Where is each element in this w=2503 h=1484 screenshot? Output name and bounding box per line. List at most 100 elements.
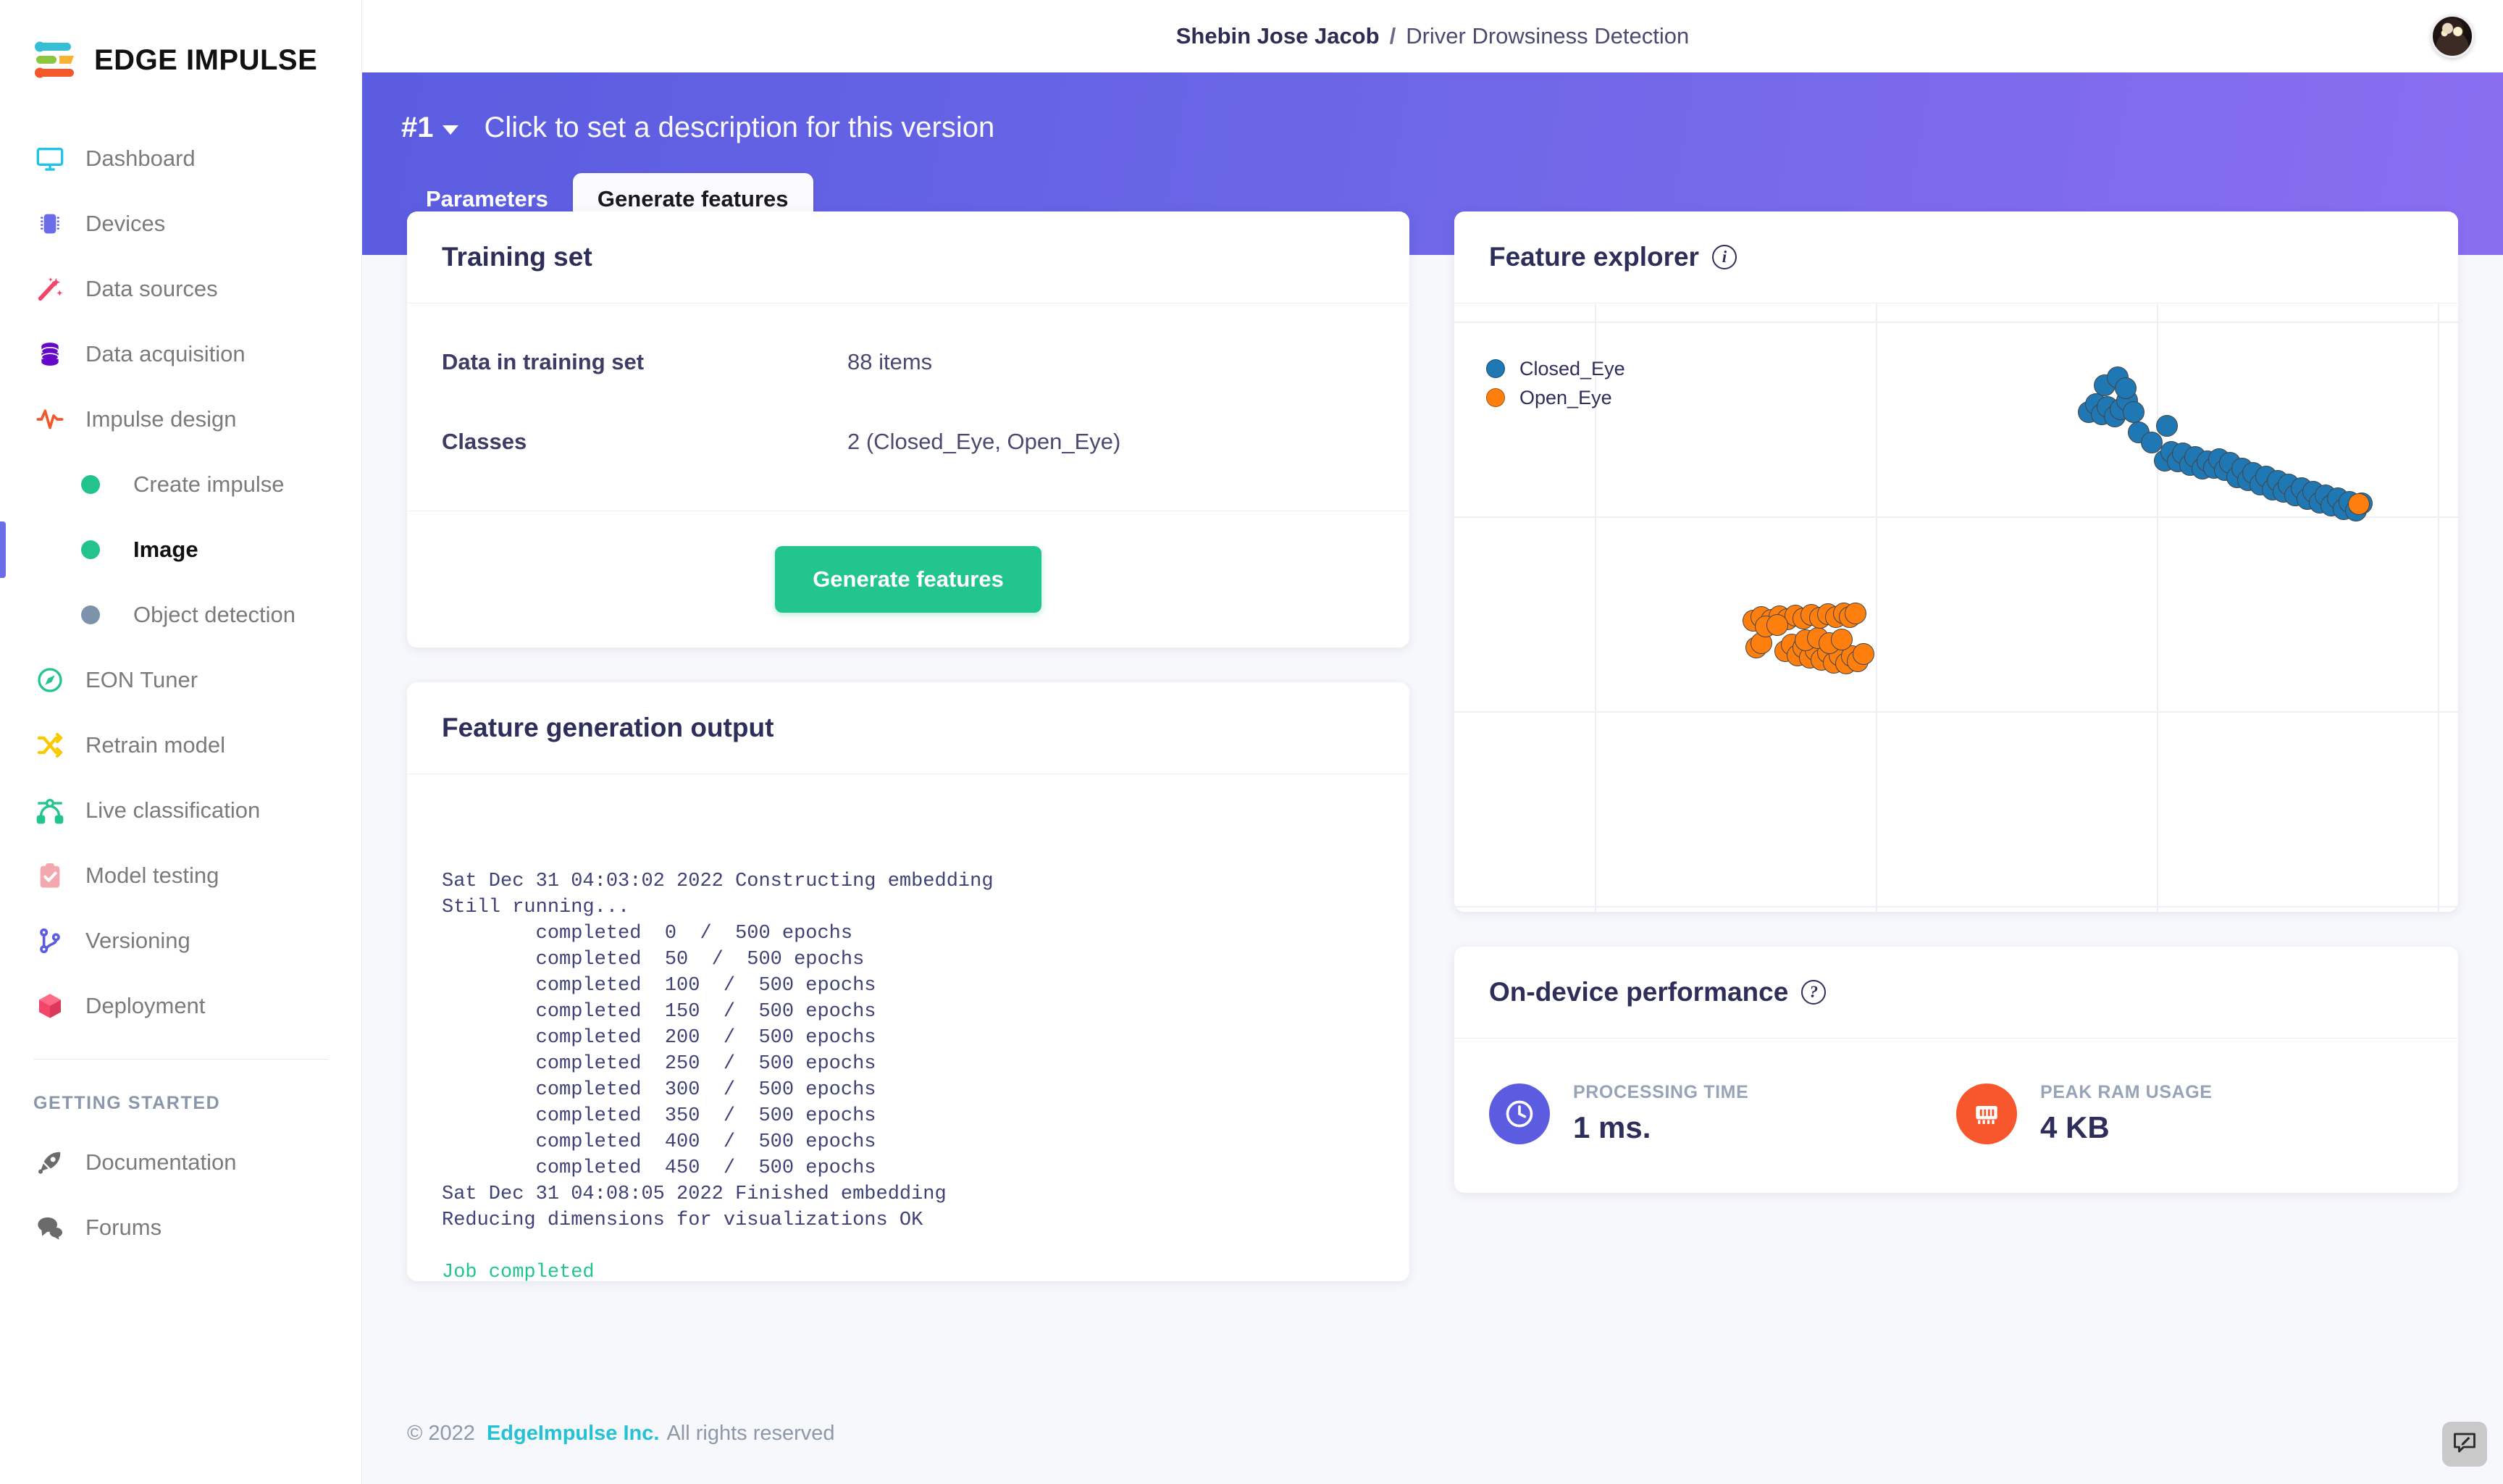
- avatar[interactable]: [2431, 14, 2474, 58]
- sidebar-item-label: Impulse design: [85, 406, 237, 432]
- table-row: Data in training set 88 items: [442, 322, 1375, 402]
- sidebar-item-retrain-model[interactable]: Retrain model: [0, 713, 361, 778]
- breadcrumb-project[interactable]: Driver Drowsiness Detection: [1406, 23, 1689, 49]
- footer-copyright: © 2022: [407, 1422, 475, 1446]
- feedback-button[interactable]: [2442, 1422, 2487, 1467]
- clipboard-check-icon: [33, 859, 67, 892]
- legend-item-open-eye[interactable]: Open_Eye: [1486, 383, 1625, 412]
- console-status-line: Job completed: [442, 1259, 1375, 1281]
- legend-label: Open_Eye: [1519, 387, 1612, 409]
- sidebar-item-label: Forums: [85, 1215, 162, 1241]
- monitor-icon: [33, 142, 67, 175]
- sidebar-item-data-sources[interactable]: Data sources: [0, 256, 361, 322]
- on-device-body: PROCESSING TIME 1 ms.: [1454, 1039, 2458, 1193]
- rocket-icon: [33, 1146, 67, 1179]
- scatter-point-closed_eye[interactable]: [2141, 432, 2163, 453]
- legend-swatch-icon: [1486, 359, 1505, 378]
- sidebar: EDGE IMPULSE Dashboard: [0, 0, 362, 1484]
- console-line: completed 0 / 500 epochs: [442, 921, 1375, 947]
- left-column: Training set Data in training set 88 ite…: [407, 211, 1409, 1383]
- chip-icon: [33, 207, 67, 240]
- sidebar-item-label: Retrain model: [85, 732, 225, 758]
- sidebar-item-label: Dashboard: [85, 146, 196, 172]
- sidebar-item-versioning[interactable]: Versioning: [0, 908, 361, 973]
- shuffle-icon: [33, 729, 67, 762]
- metric-value: 4 KB: [2040, 1110, 2213, 1145]
- sidebar-item-forums[interactable]: Forums: [0, 1195, 361, 1260]
- sidebar-item-documentation[interactable]: Documentation: [0, 1130, 361, 1195]
- banner-row: #1 Click to set a description for this v…: [401, 112, 2503, 144]
- gridline-horizontal: [1454, 906, 2458, 907]
- right-column: Feature explorer i Closed_Eye: [1454, 211, 2458, 1383]
- box-icon: [33, 989, 67, 1023]
- sidebar-item-label: EON Tuner: [85, 667, 198, 693]
- scatter-point-closed_eye[interactable]: [2123, 401, 2144, 423]
- gridline-horizontal: [1454, 711, 2458, 713]
- scatter-point-closed_eye[interactable]: [2156, 415, 2178, 437]
- legend-item-closed-eye[interactable]: Closed_Eye: [1486, 354, 1625, 383]
- metric-text: PEAK RAM USAGE 4 KB: [2040, 1082, 2213, 1145]
- clock-icon: [1489, 1083, 1550, 1144]
- feature-explorer-header: Feature explorer i: [1454, 211, 2458, 303]
- sidebar-item-object-detection[interactable]: Object detection: [0, 582, 361, 647]
- breadcrumb-owner[interactable]: Shebin Jose Jacob: [1176, 23, 1380, 49]
- console-line: completed 50 / 500 epochs: [442, 947, 1375, 973]
- console-line: [442, 1233, 1375, 1259]
- nodes-icon: [33, 794, 67, 827]
- row-key: Classes: [442, 429, 847, 455]
- console-line: Sat Dec 31 04:08:05 2022 Finished embedd…: [442, 1181, 1375, 1207]
- breadcrumb-separator: /: [1390, 23, 1396, 49]
- console-line: completed 200 / 500 epochs: [442, 1025, 1375, 1051]
- sidebar-item-label: Deployment: [85, 993, 205, 1019]
- scatter-point-open_eye[interactable]: [1766, 614, 1788, 636]
- training-set-title: Training set: [442, 242, 1375, 272]
- metric-processing-time: PROCESSING TIME 1 ms.: [1489, 1082, 1956, 1145]
- sidebar-item-impulse-design[interactable]: Impulse design: [0, 387, 361, 452]
- sidebar-subitem-label: Create impulse: [133, 471, 284, 498]
- scatter-point-open_eye[interactable]: [1853, 643, 1874, 665]
- sidebar-item-data-acquisition[interactable]: Data acquisition: [0, 322, 361, 387]
- sidebar-item-deployment[interactable]: Deployment: [0, 973, 361, 1039]
- row-key: Data in training set: [442, 349, 847, 375]
- scatter-point-open_eye[interactable]: [2348, 493, 2370, 515]
- brand-logo[interactable]: EDGE IMPULSE: [0, 0, 361, 87]
- on-device-header: On-device performance ?: [1454, 947, 2458, 1039]
- console-line: completed 250 / 500 epochs: [442, 1051, 1375, 1077]
- feature-explorer-title-text: Feature explorer: [1489, 242, 1699, 272]
- scatter-point-open_eye[interactable]: [1831, 629, 1853, 650]
- footer-brand[interactable]: EdgeImpulse Inc.: [487, 1422, 660, 1446]
- sidebar-item-model-testing[interactable]: Model testing: [0, 843, 361, 908]
- main-area: Shebin Jose Jacob / Driver Drowsiness De…: [362, 0, 2503, 1484]
- sidebar-item-image[interactable]: Image: [0, 517, 361, 582]
- version-selector[interactable]: #1: [401, 112, 458, 144]
- feature-output-title: Feature generation output: [442, 713, 1375, 743]
- scatter-point-open_eye[interactable]: [1845, 603, 1866, 624]
- sidebar-subitem-label: Image: [133, 537, 198, 563]
- training-set-footer: Generate features: [407, 511, 1409, 647]
- sidebar-item-live-classification[interactable]: Live classification: [0, 778, 361, 843]
- sidebar-item-devices[interactable]: Devices: [0, 191, 361, 256]
- console-line: completed 450 / 500 epochs: [442, 1155, 1375, 1181]
- version-number: #1: [401, 112, 434, 144]
- feature-output-console[interactable]: Sat Dec 31 04:03:02 2022 Constructing em…: [407, 774, 1409, 1281]
- status-dot-icon: [81, 605, 100, 624]
- sidebar-item-dashboard[interactable]: Dashboard: [0, 126, 361, 191]
- sidebar-item-eon-tuner[interactable]: EON Tuner: [0, 647, 361, 713]
- console-lines: Sat Dec 31 04:03:02 2022 Constructing em…: [442, 868, 1375, 1281]
- console-line: completed 350 / 500 epochs: [442, 1103, 1375, 1129]
- content-area: Training set Data in training set 88 ite…: [362, 211, 2503, 1383]
- metric-label: PROCESSING TIME: [1573, 1082, 1748, 1103]
- generate-features-button[interactable]: Generate features: [775, 546, 1041, 613]
- gridline-vertical: [2157, 303, 2158, 912]
- on-device-performance-card: On-device performance ?: [1454, 947, 2458, 1193]
- version-description[interactable]: Click to set a description for this vers…: [485, 112, 995, 144]
- metric-peak-ram-usage: PEAK RAM USAGE 4 KB: [1956, 1082, 2423, 1145]
- gridline-horizontal: [1454, 516, 2458, 518]
- sidebar-nav: Dashboard Devices: [0, 126, 361, 1260]
- scatter-point-closed_eye[interactable]: [2115, 377, 2137, 399]
- sidebar-item-create-impulse[interactable]: Create impulse: [0, 452, 361, 517]
- help-icon[interactable]: ?: [1801, 980, 1826, 1005]
- info-icon[interactable]: i: [1712, 245, 1737, 269]
- status-dot-icon: [81, 475, 100, 494]
- scatter-plot[interactable]: Closed_Eye Open_Eye: [1454, 303, 2458, 912]
